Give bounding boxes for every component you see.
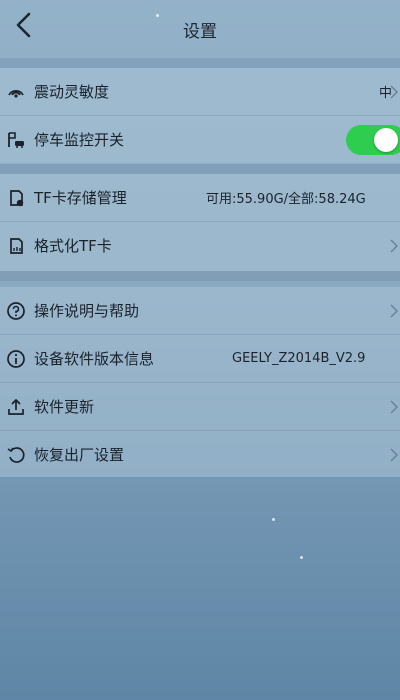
reset-icon: [6, 445, 26, 465]
background-sparkle: [300, 556, 303, 559]
format-card-icon: [6, 236, 26, 256]
section-divider: [0, 58, 400, 68]
vibration-sensitivity-label: 震动灵敏度: [34, 83, 110, 101]
help-label: 操作说明与帮助: [34, 302, 140, 320]
page-title: 设置: [183, 22, 217, 42]
help-icon: [6, 301, 26, 321]
vibration-sensitivity-row[interactable]: 震动灵敏度 中: [0, 68, 400, 116]
background-sparkle: [272, 518, 275, 521]
info-icon: [6, 349, 26, 369]
format-tf-row[interactable]: 格式化TF卡: [0, 222, 400, 269]
sd-card-icon: [6, 188, 26, 208]
firmware-version-label: 设备软件版本信息: [34, 350, 155, 368]
software-update-label: 软件更新: [34, 398, 95, 416]
parking-monitor-label: 停车监控开关: [34, 131, 125, 149]
firmware-version-row[interactable]: 设备软件版本信息 GEELY_Z2014B_V2.9: [0, 335, 400, 383]
format-tf-label: 格式化TF卡: [34, 237, 112, 255]
signal-icon: [6, 82, 26, 102]
factory-reset-row[interactable]: 恢复出厂设置: [0, 431, 400, 478]
tf-storage-label: TF卡存储管理: [34, 189, 127, 207]
chevron-right-icon: [390, 84, 400, 100]
chevron-right-icon: [390, 399, 400, 415]
tf-storage-row[interactable]: TF卡存储管理 可用:55.90G/全部:58.24G: [0, 174, 400, 222]
toggle-knob: [374, 128, 398, 152]
header: 设置: [0, 0, 400, 56]
tf-storage-value: 可用:55.90G/全部:58.24G: [206, 192, 366, 207]
upload-icon: [6, 397, 26, 417]
chevron-right-icon: [390, 303, 400, 319]
factory-reset-label: 恢复出厂设置: [34, 446, 125, 464]
parking-monitor-icon: [6, 130, 26, 150]
firmware-version-value: GEELY_Z2014B_V2.9: [232, 351, 366, 366]
chevron-right-icon: [390, 238, 400, 254]
help-row[interactable]: 操作说明与帮助: [0, 287, 400, 335]
parking-monitor-toggle[interactable]: [346, 125, 400, 155]
chevron-right-icon: [390, 447, 400, 463]
section-divider: [0, 271, 400, 281]
parking-monitor-row: 停车监控开关: [0, 116, 400, 163]
settings-group-sensor: 震动灵敏度 中 停车监控开关: [0, 68, 400, 163]
settings-group-system: 操作说明与帮助 设备软件版本信息 GEELY_Z2014B_V2.9 软件更新: [0, 287, 400, 477]
software-update-row[interactable]: 软件更新: [0, 383, 400, 431]
section-divider: [0, 164, 400, 174]
settings-group-storage: TF卡存储管理 可用:55.90G/全部:58.24G 格式化TF卡: [0, 174, 400, 271]
